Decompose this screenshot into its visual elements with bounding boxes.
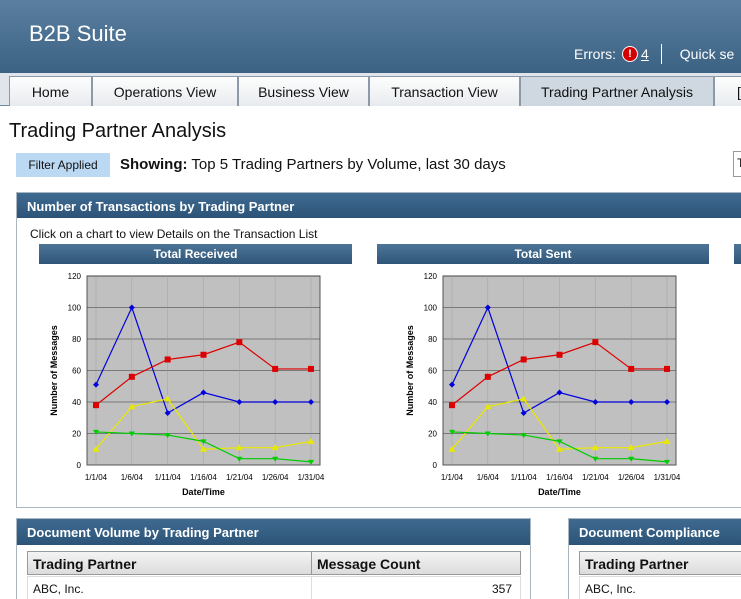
transactions-panel-title: Number of Transactions by Trading Partne…	[17, 193, 741, 218]
compliance-col-header-partner[interactable]: Trading Partner	[579, 551, 741, 575]
data-point	[272, 365, 279, 372]
x-tick-label: 1/21/04	[582, 473, 609, 482]
y-tick-label: 0	[77, 461, 82, 470]
x-tick-label: 1/21/04	[226, 473, 253, 482]
x-tick-label: 1/1/04	[441, 473, 464, 482]
data-point	[128, 373, 135, 380]
tab-home[interactable]: Home	[9, 76, 92, 106]
y-tick-label: 100	[424, 304, 438, 313]
x-tick-label: 1/16/04	[546, 473, 573, 482]
x-tick-label: 1/11/04	[155, 473, 182, 482]
header-right: Errors: ! 4 Quick se	[574, 44, 734, 64]
tab-operations-view[interactable]: Operations View	[92, 76, 238, 106]
data-point	[664, 365, 670, 372]
y-tick-label: 40	[72, 398, 81, 407]
showing-label: Showing:	[120, 156, 188, 173]
errors-label: Errors:	[574, 46, 616, 62]
y-tick-label: 120	[424, 272, 438, 281]
x-tick-label: 1/31/04	[298, 473, 325, 482]
x-tick-label: 1/16/04	[190, 473, 217, 482]
data-point	[449, 402, 455, 409]
tab-more[interactable]: [	[714, 76, 741, 106]
x-axis-label: Date/Time	[538, 487, 581, 497]
col-header-trading-partner[interactable]: Trading Partner	[27, 551, 312, 575]
chart-total-received[interactable]: 0 20 40 60 80 100 120 1/1/04 1/6/04 1/11/04 1/16/0…	[44, 268, 344, 502]
x-tick-label: 1/6/04	[477, 473, 500, 482]
table-row-count: 357	[311, 576, 521, 599]
app-title: B2B Suite	[29, 21, 127, 46]
data-point	[93, 402, 99, 409]
filter-applied-badge[interactable]: Filter Applied	[16, 153, 110, 177]
data-point	[592, 339, 599, 346]
document-volume-title: Document Volume by Trading Partner	[17, 519, 530, 545]
tab-transaction-view[interactable]: Transaction View	[369, 76, 520, 106]
y-tick-label: 100	[68, 304, 82, 313]
tab-business-view[interactable]: Business View	[238, 76, 369, 106]
showing-text: Showing: Top 5 Trading Partners by Volum…	[120, 156, 506, 173]
data-point	[200, 351, 207, 358]
data-point	[236, 339, 243, 346]
document-volume-panel: Document Volume by Trading Partner Tradi…	[16, 518, 531, 599]
chart-total-sent[interactable]: 0 20 40 60 80 100 120 1/1/04 1/6/04 1/11/04 1/16/0…	[400, 268, 700, 502]
right-dropdown[interactable]: T	[733, 151, 741, 177]
y-tick-label: 120	[68, 272, 82, 281]
x-tick-label: 1/31/04	[654, 473, 681, 482]
y-axis-label: Number of Messages	[405, 325, 415, 416]
x-tick-label: 1/26/04	[262, 473, 289, 482]
y-tick-label: 80	[72, 335, 81, 344]
table-row-partner[interactable]: ABC, Inc.	[27, 576, 312, 599]
y-axis-label: Number of Messages	[49, 325, 59, 416]
data-point	[308, 365, 314, 372]
quick-search-link[interactable]: Quick se	[680, 46, 734, 62]
chart-title-received: Total Received	[39, 244, 352, 264]
x-tick-label: 1/26/04	[618, 473, 645, 482]
y-tick-label: 40	[428, 398, 437, 407]
y-tick-label: 80	[428, 335, 437, 344]
showing-value: Top 5 Trading Partners by Volume, last 3…	[191, 156, 506, 173]
chart-title-third	[734, 244, 741, 264]
y-tick-label: 20	[428, 430, 437, 439]
error-icon[interactable]: !	[622, 46, 638, 62]
data-point	[164, 356, 171, 363]
compliance-row-partner[interactable]: ABC, Inc.	[579, 576, 741, 599]
y-tick-label: 20	[72, 430, 81, 439]
chart-title-sent: Total Sent	[377, 244, 709, 264]
tab-bar: Home Operations View Business View Trans…	[0, 73, 741, 106]
tab-trading-partner-analysis[interactable]: Trading Partner Analysis	[520, 76, 714, 106]
page-title: Trading Partner Analysis	[9, 120, 227, 142]
y-tick-label: 0	[433, 461, 438, 470]
x-axis-label: Date/Time	[182, 487, 225, 497]
data-point	[520, 356, 527, 363]
app-header: B2B Suite Errors: ! 4 Quick se	[0, 0, 741, 73]
errors-count-link[interactable]: 4	[641, 46, 649, 62]
x-tick-label: 1/11/04	[511, 473, 538, 482]
document-compliance-panel: Document Compliance Trading Partner ABC,…	[568, 518, 741, 599]
x-tick-label: 1/6/04	[121, 473, 144, 482]
y-tick-label: 60	[428, 367, 437, 376]
transactions-panel-hint: Click on a chart to view Details on the …	[30, 227, 318, 241]
x-tick-label: 1/1/04	[85, 473, 108, 482]
y-tick-label: 60	[72, 367, 81, 376]
data-point	[484, 373, 491, 380]
document-compliance-title: Document Compliance	[569, 519, 741, 545]
header-divider	[660, 44, 662, 64]
col-header-message-count[interactable]: Message Count	[311, 551, 521, 575]
data-point	[556, 351, 563, 358]
data-point	[628, 365, 635, 372]
